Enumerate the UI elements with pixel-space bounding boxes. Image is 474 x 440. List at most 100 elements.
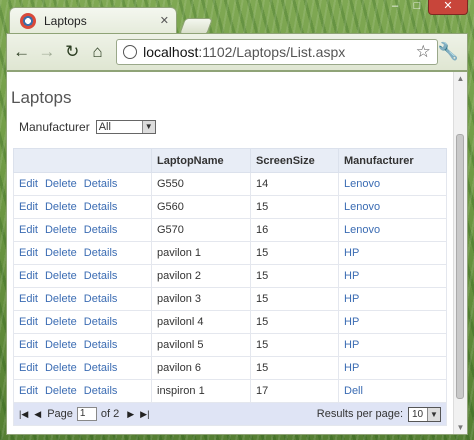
details-link[interactable]: Details bbox=[84, 247, 118, 259]
scrollbar-thumb[interactable] bbox=[456, 134, 464, 399]
screen-size-cell: 15 bbox=[250, 310, 339, 334]
edit-link[interactable]: Edit bbox=[19, 178, 38, 190]
manufacturer-cell[interactable]: HP bbox=[338, 241, 447, 265]
header-laptopname[interactable]: LaptopName bbox=[151, 148, 251, 173]
first-page-icon[interactable]: |◀ bbox=[19, 409, 28, 420]
delete-link[interactable]: Delete bbox=[45, 247, 77, 259]
edit-link[interactable]: Edit bbox=[19, 339, 38, 351]
details-link[interactable]: Details bbox=[84, 339, 118, 351]
manufacturer-select[interactable]: All ▼ bbox=[95, 120, 156, 134]
browser-toolbar: ← → ↻ ⌂ localhost :1102/Laptops/List.asp… bbox=[6, 33, 468, 71]
row-actions: Edit Delete Details bbox=[13, 241, 152, 265]
last-page-icon[interactable]: ▶| bbox=[140, 409, 149, 420]
details-link[interactable]: Details bbox=[84, 178, 118, 190]
manufacturer-cell[interactable]: HP bbox=[338, 356, 447, 380]
delete-link[interactable]: Delete bbox=[45, 224, 77, 236]
delete-link[interactable]: Delete bbox=[45, 339, 77, 351]
details-link[interactable]: Details bbox=[84, 201, 118, 213]
screen-size-cell: 15 bbox=[250, 287, 339, 311]
prev-page-icon[interactable]: ◀ bbox=[34, 409, 41, 420]
header-screensize[interactable]: ScreenSize bbox=[250, 148, 339, 173]
maximize-button[interactable]: □ bbox=[406, 0, 428, 14]
home-icon[interactable]: ⌂ bbox=[87, 41, 108, 63]
grid-header-row: LaptopName ScreenSize Manufacturer bbox=[13, 148, 447, 173]
laptops-grid: LaptopName ScreenSize Manufacturer Edit D… bbox=[13, 148, 447, 426]
close-window-button[interactable]: ✕ bbox=[428, 0, 468, 15]
browser-tab[interactable]: Laptops ✕ bbox=[9, 7, 177, 33]
manufacturer-cell[interactable]: HP bbox=[338, 264, 447, 288]
edit-link[interactable]: Edit bbox=[19, 385, 38, 397]
edit-link[interactable]: Edit bbox=[19, 293, 38, 305]
scroll-up-icon[interactable]: ▲ bbox=[454, 72, 467, 85]
pager: |◀ ◀ Page 1 of 2 ▶ ▶| Results per page: bbox=[19, 406, 441, 422]
page-number-input[interactable]: 1 bbox=[76, 407, 97, 421]
edit-link[interactable]: Edit bbox=[19, 270, 38, 282]
window-controls: – □ ✕ bbox=[384, 0, 468, 15]
vertical-scrollbar[interactable]: ▲ ▼ bbox=[453, 72, 467, 434]
manufacturer-cell[interactable]: Lenovo bbox=[338, 172, 447, 196]
delete-link[interactable]: Delete bbox=[45, 362, 77, 374]
manufacturer-cell[interactable]: HP bbox=[338, 310, 447, 334]
delete-link[interactable]: Delete bbox=[45, 385, 77, 397]
bookmark-star-icon[interactable]: ☆ bbox=[416, 42, 431, 62]
table-row: Edit Delete Details pavilon 2 15 HP bbox=[13, 264, 447, 288]
manufacturer-cell[interactable]: HP bbox=[338, 333, 447, 357]
row-actions: Edit Delete Details bbox=[13, 379, 152, 403]
details-link[interactable]: Details bbox=[84, 385, 118, 397]
header-actions bbox=[13, 148, 152, 173]
chevron-down-icon[interactable]: ▼ bbox=[141, 121, 155, 133]
page-count-label: of 2 bbox=[100, 408, 120, 420]
edit-link[interactable]: Edit bbox=[19, 362, 38, 374]
details-link[interactable]: Details bbox=[84, 316, 118, 328]
next-page-icon[interactable]: ▶ bbox=[127, 409, 134, 420]
delete-link[interactable]: Delete bbox=[45, 201, 77, 213]
row-actions: Edit Delete Details bbox=[13, 356, 152, 380]
table-row: Edit Delete Details pavilonl 5 15 HP bbox=[13, 333, 447, 357]
details-link[interactable]: Details bbox=[84, 293, 118, 305]
edit-link[interactable]: Edit bbox=[19, 316, 38, 328]
edit-link[interactable]: Edit bbox=[19, 201, 38, 213]
table-row: Edit Delete Details inspiron 1 17 Dell bbox=[13, 379, 447, 403]
manufacturer-filter: Manufacturer All ▼ bbox=[19, 120, 156, 134]
table-row: Edit Delete Details G550 14 Lenovo bbox=[13, 172, 447, 196]
url-host: localhost bbox=[143, 44, 199, 60]
tab-title: Laptops bbox=[44, 13, 87, 28]
reload-icon[interactable]: ↻ bbox=[62, 41, 83, 63]
details-link[interactable]: Details bbox=[84, 224, 118, 236]
results-per-page-select[interactable]: 10 ▼ bbox=[408, 406, 441, 422]
table-row: Edit Delete Details pavilon 1 15 HP bbox=[13, 241, 447, 265]
scroll-down-icon[interactable]: ▼ bbox=[454, 421, 467, 434]
results-per-page-label: Results per page: bbox=[316, 408, 403, 420]
laptop-name-cell: pavilon 1 bbox=[151, 241, 251, 265]
edit-link[interactable]: Edit bbox=[19, 224, 38, 236]
back-arrow-icon[interactable]: ← bbox=[11, 41, 32, 63]
delete-link[interactable]: Delete bbox=[45, 270, 77, 282]
delete-link[interactable]: Delete bbox=[45, 293, 77, 305]
minimize-button[interactable]: – bbox=[384, 0, 406, 14]
globe-icon bbox=[123, 45, 138, 59]
forward-arrow-icon[interactable]: → bbox=[36, 41, 57, 63]
manufacturer-cell[interactable]: Lenovo bbox=[338, 195, 447, 219]
tab-close-icon[interactable]: ✕ bbox=[160, 14, 169, 27]
manufacturer-cell[interactable]: Dell bbox=[338, 379, 447, 403]
header-manufacturer[interactable]: Manufacturer bbox=[338, 148, 447, 173]
screen-size-cell: 15 bbox=[250, 356, 339, 380]
wrench-menu-icon[interactable]: 🔧 bbox=[438, 42, 459, 62]
details-link[interactable]: Details bbox=[84, 362, 118, 374]
browser-frame: – □ ✕ Laptops ✕ ← → ↻ ⌂ localhost :1102/… bbox=[0, 0, 474, 440]
results-per-page: Results per page: 10 ▼ bbox=[316, 406, 441, 422]
address-bar[interactable]: localhost :1102/Laptops/List.aspx ☆ bbox=[116, 39, 438, 65]
edit-link[interactable]: Edit bbox=[19, 247, 38, 259]
laptop-name-cell: pavilon 2 bbox=[151, 264, 251, 288]
details-link[interactable]: Details bbox=[84, 270, 118, 282]
row-actions: Edit Delete Details bbox=[13, 333, 152, 357]
row-actions: Edit Delete Details bbox=[13, 172, 152, 196]
manufacturer-cell[interactable]: HP bbox=[338, 287, 447, 311]
delete-link[interactable]: Delete bbox=[45, 178, 77, 190]
manufacturer-cell[interactable]: Lenovo bbox=[338, 218, 447, 242]
results-per-page-value: 10 bbox=[412, 408, 424, 420]
chevron-down-icon[interactable]: ▼ bbox=[427, 407, 440, 421]
row-actions: Edit Delete Details bbox=[13, 195, 152, 219]
delete-link[interactable]: Delete bbox=[45, 316, 77, 328]
row-actions: Edit Delete Details bbox=[13, 264, 152, 288]
